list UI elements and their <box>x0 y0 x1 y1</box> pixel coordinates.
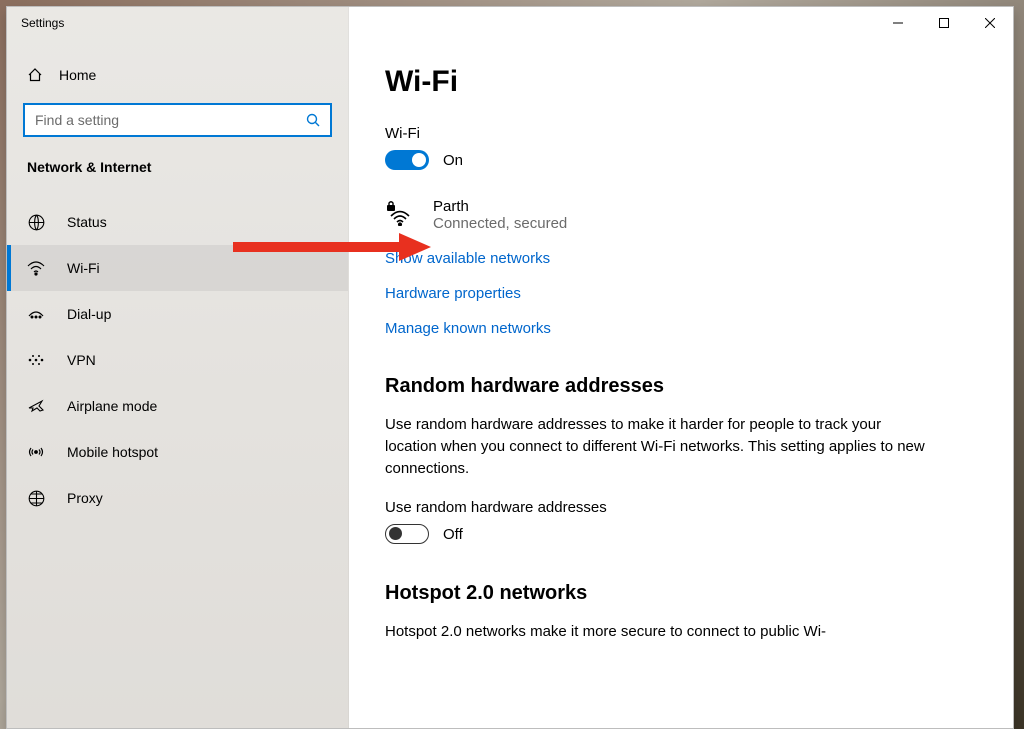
sidebar-item-vpn[interactable]: VPN <box>7 337 348 383</box>
vpn-icon <box>27 353 45 367</box>
sidebar: Home Network & Internet <box>7 7 349 728</box>
close-button[interactable] <box>967 7 1013 39</box>
show-available-networks-link[interactable]: Show available networks <box>385 250 973 267</box>
sidebar-item-label: Proxy <box>67 490 103 506</box>
sidebar-item-label: VPN <box>67 352 96 368</box>
sidebar-item-label: Status <box>67 214 107 230</box>
hotspot2-body: Hotspot 2.0 networks make it more secure… <box>385 621 925 643</box>
sidebar-item-home[interactable]: Home <box>7 55 348 95</box>
wifi-toggle[interactable] <box>385 150 429 170</box>
manage-known-networks-link[interactable]: Manage known networks <box>385 320 973 337</box>
maximize-button[interactable] <box>921 7 967 39</box>
home-icon <box>27 67 43 83</box>
search-icon <box>306 113 320 127</box>
search-input-container[interactable] <box>23 103 332 137</box>
sidebar-item-label: Wi-Fi <box>67 260 100 276</box>
sidebar-item-wifi[interactable]: Wi-Fi <box>7 245 348 291</box>
sidebar-item-hotspot[interactable]: Mobile hotspot <box>7 429 348 475</box>
random-hw-body: Use random hardware addresses to make it… <box>385 414 925 479</box>
sidebar-item-airplane[interactable]: Airplane mode <box>7 383 348 429</box>
hotspot-icon <box>27 444 45 460</box>
hotspot2-heading: Hotspot 2.0 networks <box>385 582 973 605</box>
random-hw-toggle[interactable] <box>385 524 429 544</box>
wifi-toggle-label: Wi-Fi <box>385 125 973 142</box>
window-title: Settings <box>7 16 64 30</box>
secured-wifi-icon <box>385 198 413 232</box>
sidebar-item-dialup[interactable]: Dial-up <box>7 291 348 337</box>
minimize-button[interactable] <box>875 7 921 39</box>
sidebar-item-proxy[interactable]: Proxy <box>7 475 348 521</box>
dialup-icon <box>27 308 45 320</box>
sidebar-item-label: Mobile hotspot <box>67 444 158 460</box>
random-hw-toggle-label: Use random hardware addresses <box>385 499 973 516</box>
status-icon <box>27 214 45 231</box>
current-network[interactable]: Parth Connected, secured <box>385 198 973 232</box>
random-hw-heading: Random hardware addresses <box>385 375 973 398</box>
network-status: Connected, secured <box>433 215 567 232</box>
wifi-toggle-state: On <box>443 152 463 169</box>
sidebar-home-label: Home <box>59 67 96 83</box>
wifi-icon <box>27 260 45 276</box>
proxy-icon <box>27 490 45 507</box>
content-area: Wi-Fi Wi-Fi On Parth Connected, s <box>349 7 1013 728</box>
page-title: Wi-Fi <box>385 65 973 99</box>
sidebar-category: Network & Internet <box>7 137 348 183</box>
random-hw-toggle-state: Off <box>443 526 463 543</box>
network-name: Parth <box>433 198 567 215</box>
hardware-properties-link[interactable]: Hardware properties <box>385 285 973 302</box>
settings-window: Settings Home <box>6 6 1014 729</box>
sidebar-item-status[interactable]: Status <box>7 199 348 245</box>
sidebar-item-label: Airplane mode <box>67 398 157 414</box>
sidebar-item-label: Dial-up <box>67 306 111 322</box>
airplane-icon <box>27 398 45 414</box>
search-input[interactable] <box>35 112 306 128</box>
